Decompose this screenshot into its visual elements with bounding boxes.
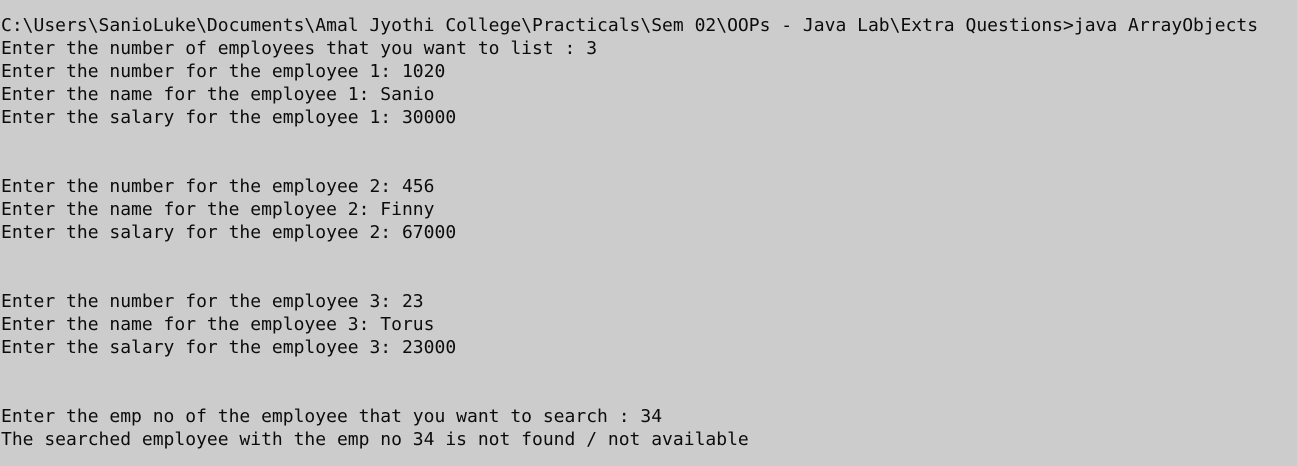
output-line: Enter the number for the employee 3: 23 xyxy=(1,291,424,312)
output-line: Enter the number for the employee 2: 456 xyxy=(1,176,435,197)
output-line: Enter the name for the employee 1: Sanio xyxy=(1,84,435,105)
command-prompt-line: C:\Users\SanioLuke\Documents\Amal Jyothi… xyxy=(1,15,1259,36)
result-line: The searched employee with the emp no 34… xyxy=(1,429,749,450)
output-line: Enter the number of employees that you w… xyxy=(1,38,598,59)
output-line: Enter the salary for the employee 3: 230… xyxy=(1,337,457,358)
output-line: Enter the salary for the employee 2: 670… xyxy=(1,222,457,243)
output-line: Enter the name for the employee 3: Torus xyxy=(1,314,435,335)
output-line: Enter the name for the employee 2: Finny xyxy=(1,199,435,220)
output-line: Enter the number for the employee 1: 102… xyxy=(1,61,446,82)
output-line: Enter the salary for the employee 1: 300… xyxy=(1,107,457,128)
output-line: Enter the emp no of the employee that yo… xyxy=(1,406,663,427)
console-output[interactable]: C:\Users\SanioLuke\Documents\Amal Jyothi… xyxy=(0,0,1297,466)
